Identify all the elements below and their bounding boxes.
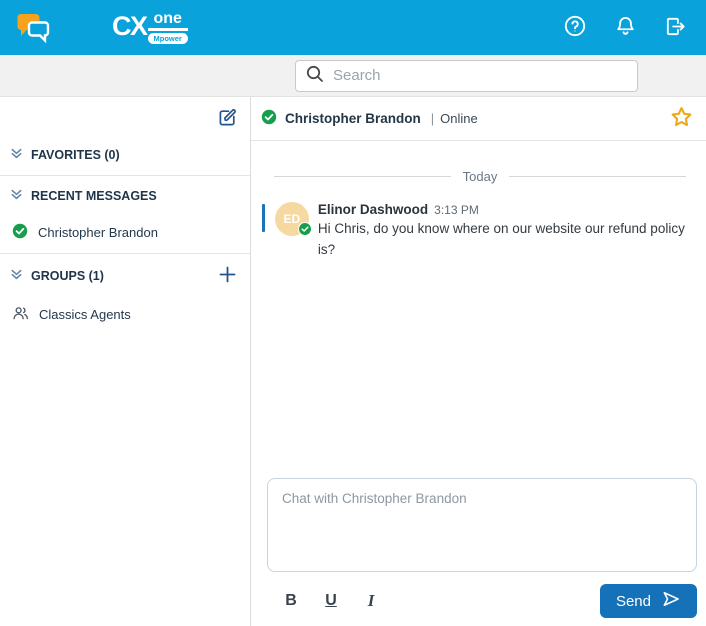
chat-message: ED Elinor Dashwood 3:13 PM Hi Chris, do …	[262, 202, 692, 261]
logout-button[interactable]	[662, 15, 688, 41]
recent-messages-label: RECENT MESSAGES	[31, 189, 157, 203]
message-sender: Elinor Dashwood	[317, 202, 429, 217]
search-band	[0, 55, 706, 97]
underline-button[interactable]: U	[311, 586, 351, 616]
send-label: Send	[615, 592, 651, 610]
cxone-mpower-logo: CX one Mpower	[112, 11, 188, 44]
help-button[interactable]	[562, 15, 588, 41]
collapse-chevron-icon	[10, 147, 23, 163]
sidebar-item-classics-agents[interactable]: Classics Agents	[0, 296, 250, 333]
favorites-label: FAVORITES (0)	[31, 148, 120, 162]
contact-name: Christopher Brandon	[38, 225, 158, 240]
online-status-icon	[261, 109, 277, 128]
groups-label: GROUPS (1)	[31, 269, 104, 283]
day-divider-label: Today	[462, 169, 498, 184]
send-arrow-icon	[661, 589, 681, 613]
top-header-bar: CX one Mpower	[0, 0, 706, 55]
sidebar-section-groups[interactable]: GROUPS (1)	[0, 256, 250, 296]
sidebar-item-christopher-brandon[interactable]: Christopher Brandon	[0, 214, 250, 251]
bell-icon	[614, 14, 637, 41]
day-divider: Today	[274, 169, 687, 184]
new-message-button[interactable]	[217, 107, 238, 131]
online-status-icon	[12, 223, 28, 242]
add-group-button[interactable]	[219, 266, 236, 286]
presence-status: Online	[440, 111, 478, 126]
status-separator: |	[430, 111, 435, 126]
plus-icon	[219, 266, 236, 286]
message-history[interactable]: Today ED Elinor Dashwood 3:13 PM Hi Chri…	[251, 141, 706, 478]
chat-header: Christopher Brandon | Online	[251, 97, 706, 141]
cxone-chat-window: CX one Mpower Search FAVORITES (0) RECEN…	[0, 0, 706, 626]
collapse-chevron-icon	[10, 188, 23, 204]
chat-bubbles-app-icon	[14, 6, 54, 50]
favorite-star-button[interactable]	[669, 105, 694, 133]
group-people-icon	[12, 305, 29, 324]
logo-mpower-badge: Mpower	[147, 33, 188, 44]
compose-icon	[217, 107, 238, 131]
unread-accent-bar	[262, 204, 265, 232]
search-box[interactable]	[295, 59, 638, 92]
online-badge-icon	[297, 221, 312, 239]
message-timestamp: 3:13 PM	[434, 203, 479, 217]
logout-icon	[664, 15, 687, 41]
sidebar-section-favorites[interactable]: FAVORITES (0)	[0, 137, 250, 173]
sidebar-divider	[0, 253, 250, 254]
collapse-chevron-icon	[10, 268, 23, 284]
composer-toolbar: B U I Send	[267, 584, 697, 618]
sidebar-section-recent-messages[interactable]: RECENT MESSAGES	[0, 178, 250, 214]
send-button[interactable]: Send	[599, 584, 697, 618]
search-input[interactable]	[333, 67, 628, 84]
message-text: Hi Chris, do you know where on our websi…	[317, 221, 685, 257]
italic-button[interactable]: I	[351, 586, 391, 616]
notifications-button[interactable]	[612, 15, 638, 41]
message-input[interactable]	[267, 478, 697, 572]
bold-button[interactable]: B	[271, 586, 311, 616]
chat-panel: Christopher Brandon | Online Today ED El…	[251, 97, 706, 626]
help-icon	[563, 14, 587, 41]
contacts-sidebar: FAVORITES (0) RECENT MESSAGES Christophe…	[0, 97, 251, 626]
star-icon	[669, 105, 694, 133]
chat-contact-name: Christopher Brandon	[285, 111, 421, 126]
logo-cx-text: CX	[112, 11, 148, 41]
search-icon	[305, 64, 325, 87]
message-composer: B U I Send	[251, 478, 706, 626]
logo-one-text: one	[147, 11, 188, 31]
group-name: Classics Agents	[39, 307, 131, 322]
sidebar-divider	[0, 175, 250, 176]
